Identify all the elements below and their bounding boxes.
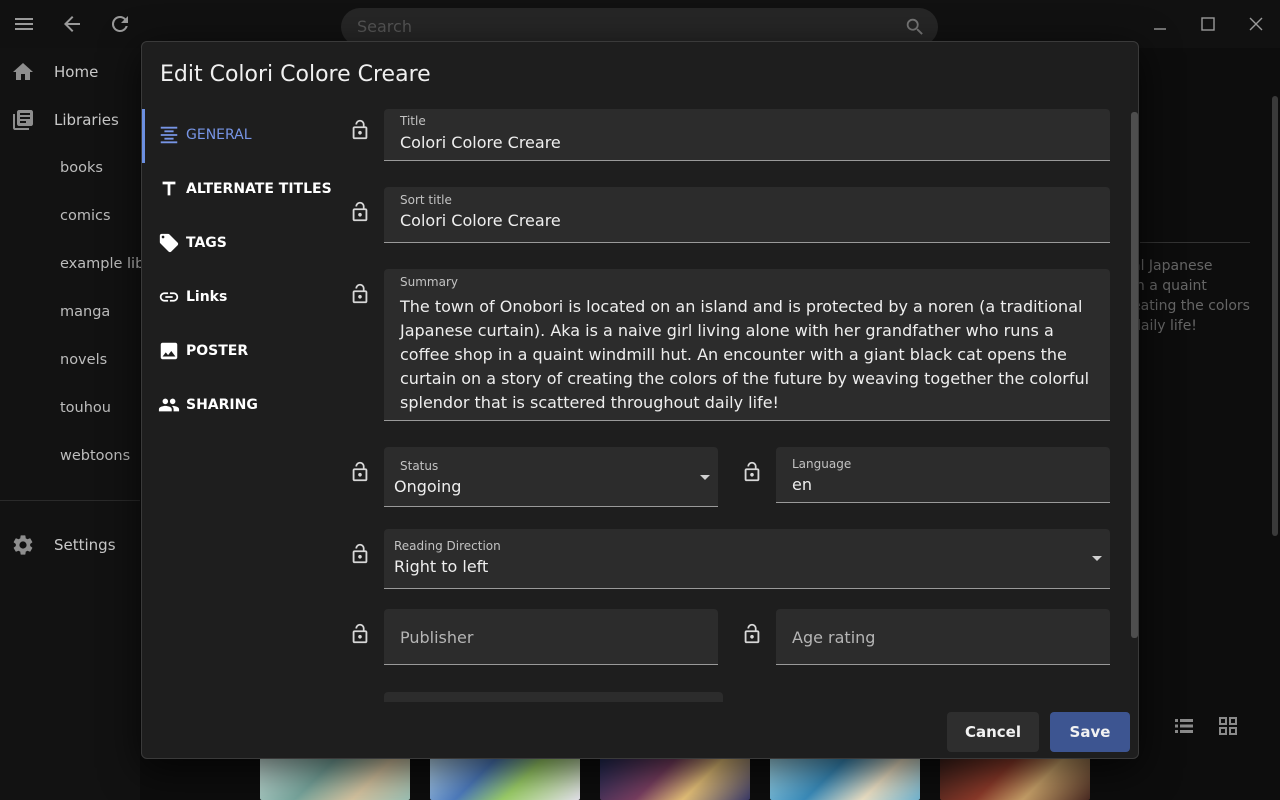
sidebar-item-settings[interactable]: Settings [0, 525, 140, 565]
sidebar-item-books[interactable]: books [60, 160, 103, 176]
lock-open-icon[interactable] [741, 461, 763, 483]
sidebar-item-webtoons[interactable]: webtoons [60, 448, 130, 464]
sidebar-divider [0, 500, 140, 501]
sidebar-item-libraries[interactable]: Libraries [0, 100, 140, 140]
thumbnail[interactable] [940, 757, 1090, 800]
back-arrow-icon[interactable] [60, 12, 84, 36]
sidebar: Home Libraries books comics example libr… [0, 48, 174, 800]
menu-icon[interactable] [12, 12, 36, 36]
status-select[interactable]: Status Ongoing [384, 447, 718, 507]
reading-direction-value: Right to left [394, 557, 489, 576]
edit-series-dialog: Edit Colori Colore Creare GENERAL ALTERN… [141, 41, 1139, 759]
title-field[interactable]: Title Colori Colore Creare [384, 109, 1110, 161]
sort-title-label: Sort title [400, 193, 452, 207]
summary-label: Summary [400, 275, 458, 289]
lock-open-icon[interactable] [349, 283, 371, 305]
status-label: Status [400, 459, 439, 473]
search-placeholder: Search [357, 17, 412, 36]
tab-label: POSTER [186, 343, 249, 359]
language-value: en [792, 475, 812, 494]
lock-open-icon[interactable] [349, 119, 371, 141]
sidebar-item-comics[interactable]: comics [60, 208, 111, 224]
dialog-tabs: GENERAL ALTERNATE TITLES TAGS Links POST… [142, 109, 337, 449]
sort-title-value: Colori Colore Creare [400, 211, 561, 230]
tab-tags[interactable]: TAGS [142, 217, 337, 271]
title-value: Colori Colore Creare [400, 133, 561, 152]
view-toolbar [1140, 702, 1250, 750]
lock-open-icon[interactable] [349, 623, 371, 645]
text-t-icon [162, 181, 176, 196]
thumbnail[interactable] [260, 757, 410, 800]
image-icon [160, 342, 178, 360]
library-books-icon [13, 110, 33, 130]
refresh-icon[interactable] [108, 12, 132, 36]
chevron-down-icon [1092, 556, 1102, 561]
link-icon [159, 292, 179, 302]
sidebar-item-manga[interactable]: manga [60, 304, 110, 320]
cancel-button[interactable]: Cancel [947, 712, 1039, 752]
reading-direction-label: Reading Direction [394, 539, 501, 553]
search-icon[interactable] [904, 16, 926, 38]
lock-open-icon[interactable] [741, 623, 763, 645]
sidebar-item-label: Settings [54, 536, 116, 554]
tab-alternate-titles[interactable]: ALTERNATE TITLES [142, 163, 337, 217]
language-field[interactable]: Language en [776, 447, 1110, 503]
background-summary-line: eating the colors [1132, 298, 1250, 314]
tab-label: TAGS [186, 235, 227, 251]
home-icon [13, 63, 33, 80]
thumbnail[interactable] [770, 757, 920, 800]
tab-label: GENERAL [186, 127, 252, 143]
background-summary-line: al Japanese [1132, 258, 1213, 274]
background-divider [1140, 242, 1250, 243]
tab-links[interactable]: Links [142, 271, 337, 325]
tab-label: SHARING [186, 397, 258, 413]
title-label: Title [400, 114, 426, 128]
people-icon [158, 398, 180, 412]
publisher-field[interactable]: Publisher [384, 609, 718, 665]
summary-field[interactable]: Summary The town of Onobori is located o… [384, 269, 1110, 421]
save-button[interactable]: Save [1050, 712, 1130, 752]
publisher-placeholder: Publisher [400, 628, 474, 647]
sidebar-item-label: Libraries [54, 111, 119, 129]
maximize-icon[interactable] [1198, 14, 1218, 34]
status-value: Ongoing [394, 477, 462, 496]
age-rating-placeholder: Age rating [792, 628, 876, 647]
lock-open-icon[interactable] [349, 543, 371, 565]
chevron-down-icon [700, 475, 710, 480]
tab-poster[interactable]: POSTER [142, 325, 337, 379]
list-view-icon[interactable] [1172, 714, 1196, 738]
minimize-icon[interactable] [1150, 14, 1170, 34]
reading-direction-select[interactable]: Reading Direction Right to left [384, 529, 1110, 589]
tab-label: Links [186, 289, 228, 305]
close-icon[interactable] [1246, 14, 1266, 34]
summary-value: The town of Onobori is located on an isl… [400, 297, 1090, 412]
tag-icon [159, 233, 179, 253]
tab-sharing[interactable]: SHARING [142, 379, 337, 433]
grid-view-icon[interactable] [1216, 714, 1240, 738]
tab-general[interactable]: GENERAL [142, 109, 337, 163]
language-label: Language [792, 457, 852, 471]
background-summary-line: daily life! [1132, 318, 1197, 334]
lock-open-icon[interactable] [349, 201, 371, 223]
gear-icon [13, 535, 33, 555]
sidebar-item-home[interactable]: Home [0, 52, 140, 92]
sidebar-item-novels[interactable]: novels [60, 352, 107, 368]
align-center-icon [160, 126, 178, 144]
age-rating-field[interactable]: Age rating [776, 609, 1110, 665]
sidebar-item-label: Home [54, 63, 99, 81]
dialog-title: Edit Colori Colore Creare [160, 62, 431, 87]
lock-open-icon[interactable] [349, 461, 371, 483]
next-field-partial[interactable] [384, 692, 723, 702]
sort-title-field[interactable]: Sort title Colori Colore Creare [384, 187, 1110, 243]
tab-label: ALTERNATE TITLES [186, 181, 332, 197]
thumbnail[interactable] [430, 757, 580, 800]
background-summary: al Japanese in a quaint eating the color… [1132, 256, 1280, 336]
series-thumbnails [260, 757, 1090, 800]
sidebar-item-touhou[interactable]: touhou [60, 400, 111, 416]
background-summary-line: in a quaint [1132, 278, 1207, 294]
dialog-scrollbar[interactable] [1131, 112, 1138, 638]
thumbnail[interactable] [600, 757, 750, 800]
page-scrollbar[interactable] [1272, 96, 1278, 536]
